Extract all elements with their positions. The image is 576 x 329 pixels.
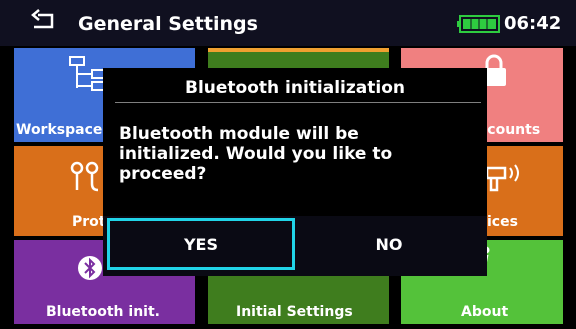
back-arrow-icon[interactable] [30,9,56,31]
tile-label-accounts: ccounts [479,122,541,138]
dialog-button-bar: YES NO [103,216,487,276]
dialog-message: Bluetooth module will be initialized. Wo… [119,124,393,184]
workspace-tree-icon [69,56,105,91]
device-wireless-icon [485,164,519,192]
clock-time: 06:42 [504,13,562,34]
tile-label-initial-settings: Initial Settings [236,304,353,320]
screen: General Settings 06:42 Workspace ccounts [0,0,576,329]
tile-label-profiles: Prot [72,214,106,230]
profile-icon [70,161,99,192]
dialog-title: Bluetooth initialization [185,78,405,98]
tile-label-workspace: Workspace [16,122,103,138]
page-title: General Settings [78,13,258,35]
tile-label-bluetooth-init: Bluetooth init. [46,304,160,320]
bluetooth-icon [78,256,102,280]
header-bar: General Settings 06:42 [0,0,576,46]
tile-label-about: About [461,304,509,320]
yes-button[interactable]: YES [107,218,295,270]
no-button[interactable]: NO [295,218,483,270]
dialog-divider [115,102,481,103]
bluetooth-init-dialog: Bluetooth initialization Bluetooth modul… [103,68,487,276]
battery-icon [457,15,500,33]
tile-label-devices: ices [487,214,518,230]
